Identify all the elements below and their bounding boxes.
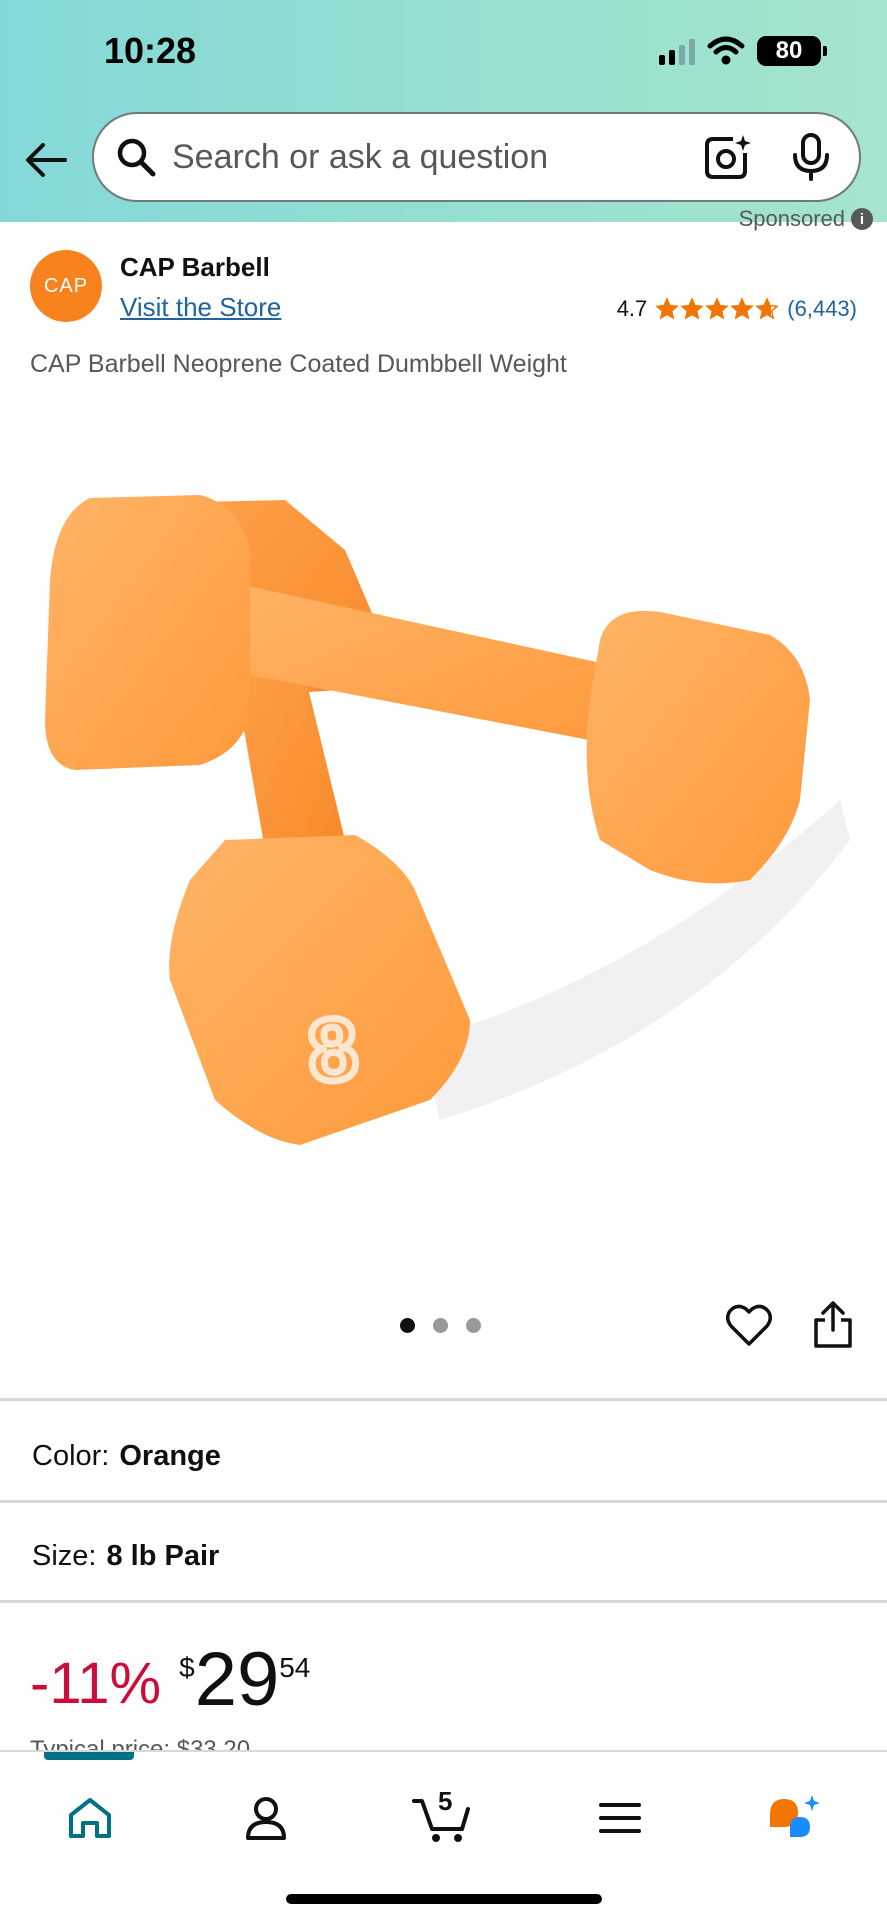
rating-value: 4.7 [616, 296, 648, 321]
star-icon [755, 297, 780, 320]
home-icon [69, 1798, 111, 1838]
info-icon: i [851, 208, 873, 230]
microphone-icon[interactable] [789, 133, 833, 181]
size-selector[interactable]: Size: 8 lb Pair [32, 1540, 219, 1573]
battery-indicator: 80 [757, 36, 827, 66]
brand-logo[interactable]: CAP [30, 250, 102, 322]
search-bar[interactable]: Search or ask a question [92, 112, 861, 202]
tab-account[interactable] [236, 1788, 296, 1848]
weight-number: 8 [305, 998, 361, 1100]
account-icon [246, 1797, 286, 1840]
color-label: Color: [32, 1440, 110, 1472]
section-divider [0, 1398, 887, 1401]
star-icon [655, 297, 680, 320]
price-fraction: 54 [279, 1652, 311, 1683]
search-icon [114, 135, 158, 179]
cellular-signal-icon [659, 37, 695, 65]
sponsored-label[interactable]: Sponsored i [739, 206, 873, 232]
status-icons: 80 [659, 36, 827, 66]
search-input[interactable]: Search or ask a question [172, 138, 703, 177]
visit-store-link[interactable]: Visit the Store [120, 292, 281, 323]
rating-count: (6,443) [787, 296, 857, 321]
color-selector[interactable]: Color: Orange [32, 1440, 221, 1473]
color-value: Orange [119, 1440, 221, 1472]
active-tab-indicator [44, 1752, 134, 1760]
tab-cart[interactable]: 5 [412, 1786, 472, 1848]
back-button[interactable] [22, 136, 70, 184]
back-arrow-icon [26, 143, 67, 177]
wifi-icon [707, 36, 745, 65]
section-divider [0, 1600, 887, 1603]
home-indicator [286, 1894, 602, 1904]
tab-rufus[interactable] [764, 1788, 824, 1848]
star-icon [705, 297, 730, 320]
size-value: 8 lb Pair [106, 1540, 220, 1572]
rating-summary[interactable]: 4.7 (6,443) [617, 296, 857, 322]
sponsored-text: Sponsored [738, 206, 845, 231]
cart-count-badge: 5 [438, 1786, 453, 1816]
brand-name: CAP Barbell [120, 252, 270, 282]
price-currency: $ [179, 1652, 195, 1683]
carousel-dot[interactable] [433, 1318, 448, 1333]
camera-lens-icon[interactable] [703, 133, 751, 181]
star-icon [730, 297, 755, 320]
tab-home[interactable] [60, 1788, 120, 1848]
size-label: Size: [32, 1540, 97, 1572]
top-header: 10:28 80 Search or ask a question [0, 0, 887, 222]
product-image[interactable]: 8 [0, 420, 887, 1180]
carousel-dot[interactable] [400, 1318, 415, 1333]
share-icon[interactable] [808, 1300, 858, 1350]
star-rating [655, 297, 780, 321]
section-divider [0, 1500, 887, 1503]
menu-icon [599, 1803, 641, 1833]
price-block: -11% $ 29 54 [30, 1640, 310, 1720]
carousel-dots[interactable] [400, 1318, 481, 1333]
status-time: 10:28 [104, 30, 197, 71]
discount-percent: -11% [30, 1651, 162, 1716]
star-icon [680, 297, 705, 320]
product-title: CAP Barbell Neoprene Coated Dumbbell Wei… [30, 350, 567, 378]
heart-icon[interactable] [724, 1300, 774, 1350]
tab-menu[interactable] [590, 1788, 650, 1848]
price-whole: 29 [194, 1637, 280, 1722]
carousel-dot[interactable] [466, 1318, 481, 1333]
rufus-icon [770, 1795, 820, 1837]
